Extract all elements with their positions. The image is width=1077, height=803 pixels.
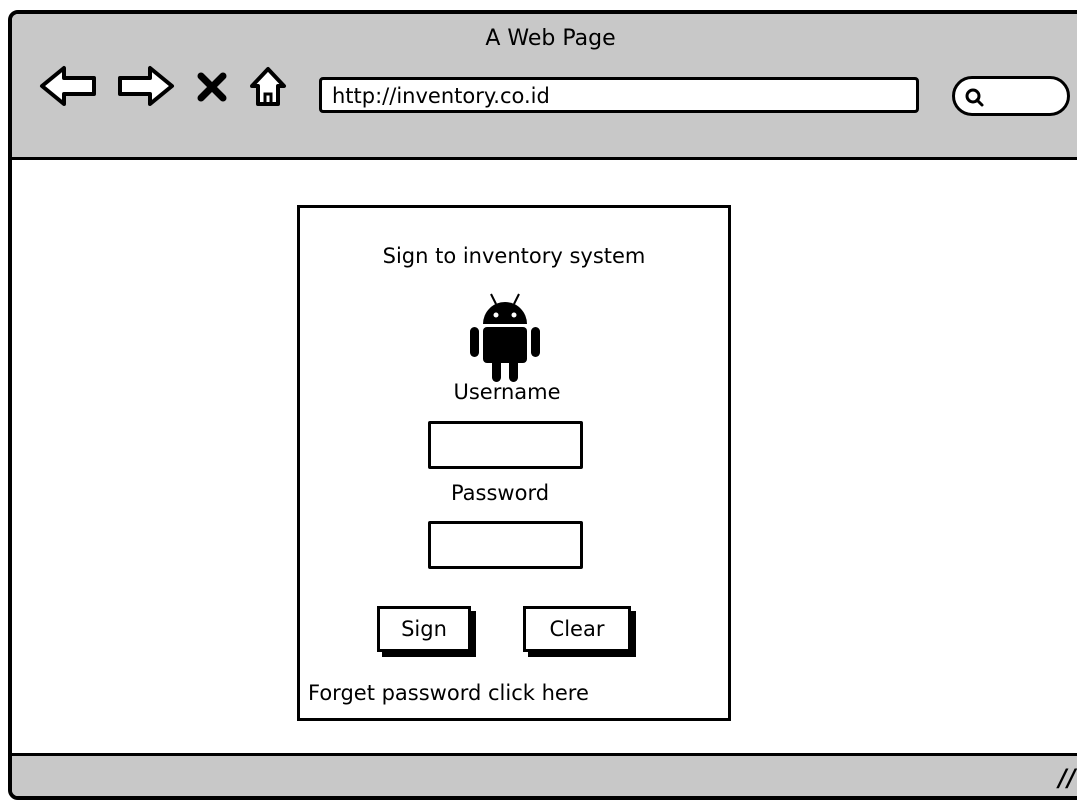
page-title: A Web Page <box>485 26 616 51</box>
username-label: Username <box>453 380 561 404</box>
home-icon[interactable] <box>248 64 288 108</box>
password-label: Password <box>450 481 550 505</box>
search-input[interactable] <box>952 76 1070 116</box>
login-heading: Sign to inventory system <box>382 244 646 268</box>
url-input[interactable]: http://inventory.co.id <box>319 77 919 113</box>
forward-arrow-icon[interactable] <box>114 64 176 108</box>
login-panel: Sign to inventory system Username Passwo… <box>297 205 731 721</box>
username-input[interactable] <box>428 421 583 469</box>
stop-icon[interactable] <box>195 70 229 104</box>
sign-button[interactable]: Sign <box>377 606 471 652</box>
browser-toolbar: A Web Page http://inventory.co.id <box>12 14 1077 160</box>
forgot-password-link[interactable]: Forget password click here <box>308 681 589 705</box>
search-icon <box>965 88 984 107</box>
status-bar: // <box>12 753 1077 796</box>
back-arrow-icon[interactable] <box>38 64 100 108</box>
password-input[interactable] <box>428 521 583 569</box>
clear-button[interactable]: Clear <box>523 606 631 652</box>
android-icon <box>470 293 540 382</box>
resize-grip-icon[interactable]: // <box>1056 764 1077 792</box>
